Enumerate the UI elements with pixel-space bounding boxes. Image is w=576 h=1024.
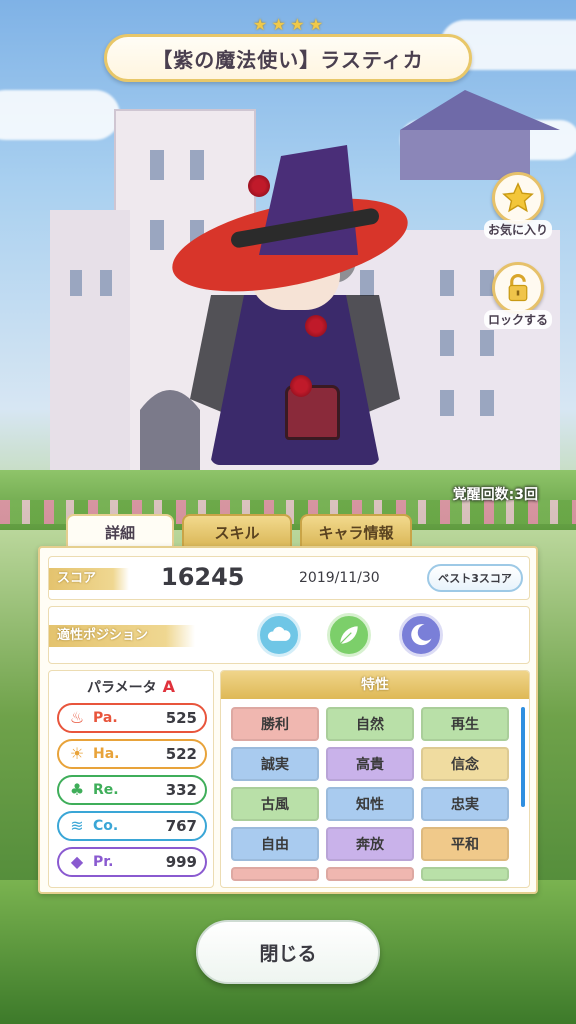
traits-box[interactable]: 特性 勝利 自然 再生 誠実 高貴 信念 古風 知性 忠実 自由 奔放 平和 (220, 670, 530, 888)
star-icon: ★ (271, 15, 286, 34)
close-button[interactable]: 閉じる (196, 920, 380, 984)
score-value: 16245 (161, 563, 245, 591)
lock-button[interactable]: ロックする (484, 262, 553, 332)
param-value: 525 (165, 709, 197, 727)
traits-grid: 勝利 自然 再生 誠実 高貴 信念 古風 知性 忠実 自由 奔放 平和 (231, 707, 511, 881)
position-row: 適性ポジション (48, 606, 530, 664)
star-icon: ★ (252, 15, 268, 34)
star-icon: ★ (308, 15, 324, 34)
position-label: 適性ポジション (49, 625, 195, 647)
wind-icon: ≋ (70, 816, 84, 835)
parameters-title: パラメータ (87, 680, 157, 696)
parameters-title-row: パラメータ A (49, 677, 213, 697)
param-value: 999 (165, 853, 197, 871)
leaf-icon (327, 613, 371, 657)
lock-label: ロックする (484, 310, 553, 329)
clover-icon: ♣ (69, 780, 85, 799)
trait-chip: 勝利 (231, 707, 319, 741)
parameters-box: パラメータ A ♨ Pa. 525 ☀ Ha. 522 ♣ Re. 332 ≋ C… (48, 670, 214, 888)
score-date: 2019/11/30 (299, 570, 380, 586)
trait-chip (326, 867, 414, 881)
param-name: Pr. (93, 854, 114, 870)
cloud-icon (257, 613, 301, 657)
rose-icon (290, 375, 312, 397)
flame-icon: ♨ (69, 708, 85, 727)
param-row-ha: ☀ Ha. 522 (57, 739, 207, 769)
tab-bar: 詳細 スキル キャラ情報 (66, 514, 412, 548)
traits-scrollbar[interactable] (521, 707, 525, 807)
score-row: スコア 16245 2019/11/30 ベスト3スコア (48, 556, 530, 600)
rose-icon (305, 315, 327, 337)
details-panel: スコア 16245 2019/11/30 ベスト3スコア 適性ポジション パラメ… (38, 546, 538, 894)
rose-icon (248, 175, 270, 197)
traits-title: 特性 (221, 671, 529, 699)
trait-chip: 高貴 (326, 747, 414, 781)
trait-chip: 知性 (326, 787, 414, 821)
trait-chip (231, 867, 319, 881)
trait-chip: 誠実 (231, 747, 319, 781)
star-icon: ★ (290, 15, 305, 34)
trait-chip: 再生 (421, 707, 509, 741)
trait-chip: 古風 (231, 787, 319, 821)
card-title: 【紫の魔法使い】ラスティカ (152, 47, 424, 72)
param-row-co: ≋ Co. 767 (57, 811, 207, 841)
favorite-button-circle[interactable] (492, 172, 544, 224)
trait-chip: 忠実 (421, 787, 509, 821)
favorite-label: お気に入り (484, 220, 553, 239)
tab-skills[interactable]: スキル (182, 514, 292, 548)
parameters-rank: A (162, 677, 175, 696)
param-name: Pa. (93, 710, 118, 726)
param-name: Re. (93, 782, 119, 798)
moon-icon (399, 613, 443, 657)
tab-character-info[interactable]: キャラ情報 (300, 514, 412, 548)
character-illustration (164, 145, 416, 485)
param-row-pa: ♨ Pa. 525 (57, 703, 207, 733)
trait-chip: 奔放 (326, 827, 414, 861)
trait-chip: 信念 (421, 747, 509, 781)
param-name: Ha. (93, 746, 120, 762)
awaken-count: 覚醒回数:3回 (452, 487, 538, 503)
param-name: Co. (93, 818, 119, 834)
param-row-re: ♣ Re. 332 (57, 775, 207, 805)
tab-details[interactable]: 詳細 (66, 514, 174, 548)
trait-chip: 平和 (421, 827, 509, 861)
trait-chip (421, 867, 509, 881)
sun-icon: ☀ (69, 744, 85, 763)
param-value: 767 (165, 817, 197, 835)
trait-chip: 自然 (326, 707, 414, 741)
diamond-icon: ◆ (70, 852, 84, 871)
lock-button-circle[interactable] (492, 262, 544, 314)
param-value: 522 (165, 745, 197, 763)
favorite-button[interactable]: お気に入り (484, 172, 553, 242)
best3-score-button[interactable]: ベスト3スコア (427, 564, 523, 592)
param-row-pr: ◆ Pr. 999 (57, 847, 207, 877)
lock-icon (508, 273, 528, 302)
param-value: 332 (165, 781, 197, 799)
trait-chip: 自由 (231, 827, 319, 861)
star-icon (502, 182, 534, 213)
score-label: スコア (49, 568, 129, 590)
title-banner: 【紫の魔法使い】ラスティカ (104, 34, 472, 82)
